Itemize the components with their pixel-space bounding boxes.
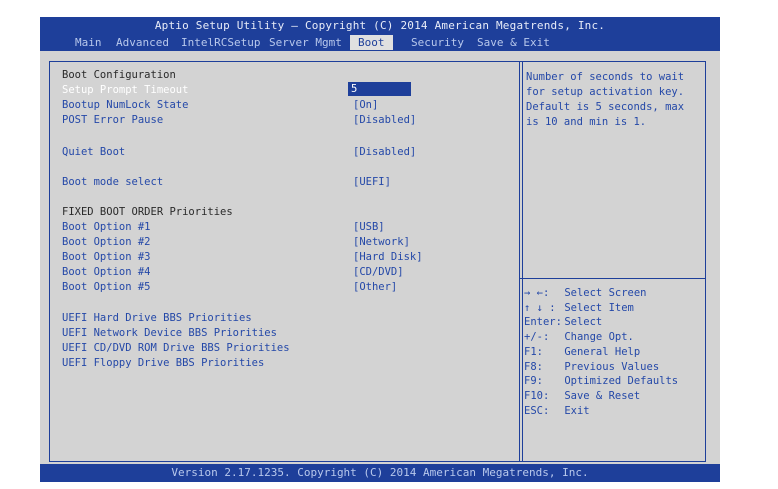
key-legend: → ←: Select Screen ↑ ↓ : Select Item Ent…	[524, 286, 704, 418]
key-label: F10:	[524, 389, 550, 402]
help-panel: Number of seconds to wait for setup acti…	[519, 61, 706, 462]
key-action: Optimized Defaults	[564, 375, 679, 388]
help-divider	[520, 278, 705, 279]
help-line: Default is 5 seconds, max	[526, 101, 685, 113]
boot-option-2-label[interactable]: Boot Option #2	[62, 235, 151, 249]
section-title-boot-configuration: Boot Configuration	[62, 69, 176, 81]
fixed-boot-order-title: FIXED BOOT ORDER Priorities	[62, 206, 233, 218]
bios-window: Aptio Setup Utility – Copyright (C) 2014…	[40, 17, 720, 482]
footer-version: Version 2.17.1235. Copyright (C) 2014 Am…	[40, 464, 720, 482]
key-action: Select Item	[564, 301, 634, 314]
key-action: Change Opt.	[564, 331, 634, 344]
key-label: → ←:	[524, 287, 550, 299]
key-action: Save & Reset	[564, 389, 641, 402]
key-action: Select Screen	[564, 287, 647, 299]
tab-server-mgmt[interactable]: Server Mgmt	[269, 35, 342, 50]
tab-save-exit[interactable]: Save & Exit	[477, 35, 550, 50]
key-f10: F10: Save & Reset	[524, 389, 704, 404]
boot-option-4-label[interactable]: Boot Option #4	[62, 265, 151, 279]
key-action: Exit	[564, 404, 590, 417]
help-line: Number of seconds to wait	[526, 71, 685, 83]
quiet-boot-label[interactable]: Quiet Boot	[62, 145, 125, 159]
key-action: Select	[564, 316, 603, 329]
setup-prompt-timeout-label[interactable]: Setup Prompt Timeout	[62, 83, 188, 97]
uefi-network-device-bbs-priorities[interactable]: UEFI Network Device BBS Priorities	[62, 326, 277, 340]
boot-option-3-label[interactable]: Boot Option #3	[62, 250, 151, 264]
settings-panel: Boot Configuration Setup Prompt Timeout …	[49, 61, 523, 462]
key-f1: F1: General Help	[524, 345, 704, 360]
key-change-opt: +/-: Change Opt.	[524, 330, 704, 345]
title-bar: Aptio Setup Utility – Copyright (C) 2014…	[40, 17, 720, 51]
uefi-cd-dvd-rom-drive-bbs-priorities[interactable]: UEFI CD/DVD ROM Drive BBS Priorities	[62, 341, 290, 355]
help-line: is 10 and min is 1.	[526, 116, 647, 128]
key-action: General Help	[564, 345, 641, 358]
key-label: ↑ ↓ :	[524, 301, 556, 314]
help-line: for setup activation key.	[526, 86, 685, 98]
boot-option-5-label[interactable]: Boot Option #5	[62, 280, 151, 294]
setup-prompt-timeout-input[interactable]: 5	[348, 82, 411, 96]
boot-mode-select-value[interactable]: [UEFI]	[353, 175, 391, 189]
tab-security[interactable]: Security	[411, 35, 464, 50]
key-label: Enter:	[524, 316, 562, 329]
tab-intelrcsetup[interactable]: IntelRCSetup	[181, 35, 260, 50]
bootup-numlock-state-value[interactable]: [On]	[353, 98, 378, 112]
title-text: Aptio Setup Utility – Copyright (C) 2014…	[154, 19, 606, 32]
help-description: Number of seconds to wait for setup acti…	[526, 70, 702, 130]
boot-option-2-value[interactable]: [Network]	[353, 235, 410, 249]
boot-option-5-value[interactable]: [Other]	[353, 280, 397, 294]
key-f8: F8: Previous Values	[524, 360, 704, 375]
tab-main[interactable]: Main	[75, 35, 102, 50]
menu-bar: Main Advanced IntelRCSetup Server Mgmt B…	[40, 35, 720, 50]
key-label: F9:	[524, 375, 543, 388]
quiet-boot-value[interactable]: [Disabled]	[353, 145, 416, 159]
key-select-item: ↑ ↓ : Select Item	[524, 301, 704, 316]
post-error-pause-label[interactable]: POST Error Pause	[62, 113, 163, 127]
boot-mode-select-label[interactable]: Boot mode select	[62, 175, 163, 189]
tab-boot[interactable]: Boot	[350, 35, 393, 50]
boot-option-4-value[interactable]: [CD/DVD]	[353, 265, 404, 279]
tab-advanced[interactable]: Advanced	[116, 35, 169, 50]
key-label: F1:	[524, 345, 543, 358]
key-f9: F9: Optimized Defaults	[524, 374, 704, 389]
boot-option-1-value[interactable]: [USB]	[353, 220, 385, 234]
boot-option-3-value[interactable]: [Hard Disk]	[353, 250, 423, 264]
key-esc: ESC: Exit	[524, 404, 704, 419]
bootup-numlock-state-label[interactable]: Bootup NumLock State	[62, 98, 188, 112]
key-label: ESC:	[524, 404, 550, 417]
key-label: +/-:	[524, 331, 550, 344]
key-action: Previous Values	[564, 360, 660, 373]
boot-option-1-label[interactable]: Boot Option #1	[62, 220, 151, 234]
key-label: F8:	[524, 360, 543, 373]
post-error-pause-value[interactable]: [Disabled]	[353, 113, 416, 127]
uefi-floppy-drive-bbs-priorities[interactable]: UEFI Floppy Drive BBS Priorities	[62, 356, 264, 370]
key-select-screen: → ←: Select Screen	[524, 286, 704, 301]
uefi-hard-drive-bbs-priorities[interactable]: UEFI Hard Drive BBS Priorities	[62, 311, 252, 325]
key-enter: Enter: Select	[524, 315, 704, 330]
